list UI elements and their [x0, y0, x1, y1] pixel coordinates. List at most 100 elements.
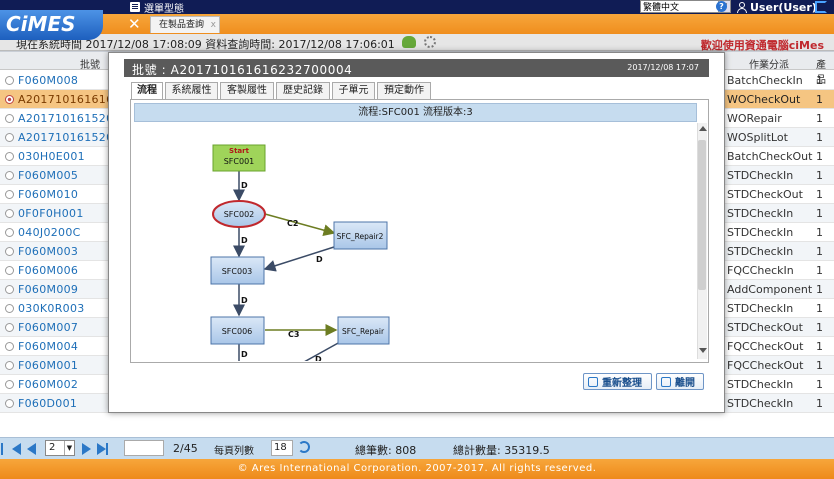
tab-strip — [0, 14, 834, 34]
row-lot[interactable]: 0F0F0H001 — [18, 207, 84, 220]
exit-icon — [661, 376, 671, 387]
row-lot[interactable]: A201710161616 — [18, 93, 113, 106]
row-radio[interactable] — [5, 209, 14, 218]
tab-history[interactable]: 歷史記錄 — [276, 82, 330, 100]
row-quantity: 1 — [816, 226, 823, 239]
row-radio[interactable] — [5, 266, 14, 275]
row-lot[interactable]: F060M010 — [18, 188, 78, 201]
row-lot[interactable]: F060M004 — [18, 340, 78, 353]
row-radio[interactable] — [5, 285, 14, 294]
flow-node-repair2[interactable]: SFC_Repair2 — [333, 221, 388, 250]
gear-icon[interactable] — [424, 36, 436, 48]
scroll-thumb[interactable] — [698, 140, 706, 290]
edge-label: D — [241, 236, 248, 245]
scroll-down-icon[interactable] — [699, 348, 707, 353]
row-quantity: 1 — [816, 74, 823, 87]
cimes-logo: CiMES — [0, 10, 103, 40]
row-lot[interactable]: F060D001 — [18, 397, 77, 410]
header-lot[interactable]: 批號 — [80, 56, 100, 71]
tab-scheduled-actions[interactable]: 預定動作 — [377, 82, 431, 100]
leave-button[interactable]: 離開 — [656, 373, 704, 390]
row-quantity: 1 — [816, 397, 823, 410]
user-menu[interactable]: User(User) — [736, 0, 817, 14]
tab-sub-units[interactable]: 子單元 — [332, 82, 375, 100]
close-tab-icon[interactable]: x — [211, 17, 216, 33]
row-radio[interactable] — [5, 190, 14, 199]
tab-wip-query[interactable]: 在製品查詢 x — [150, 16, 220, 33]
row-lot[interactable]: F060M001 — [18, 359, 78, 372]
tab-system-attributes[interactable]: 系統履性 — [165, 82, 218, 100]
logout-icon[interactable] — [815, 1, 827, 13]
cloud-refresh-icon[interactable] — [402, 36, 416, 48]
row-quantity: 1 — [816, 321, 823, 334]
row-quantity: 1 — [816, 207, 823, 220]
row-lot[interactable]: 030K0R003 — [18, 302, 85, 315]
row-lot[interactable]: F060M002 — [18, 378, 78, 391]
chevron-down-icon: ▼ — [64, 441, 74, 455]
page-select[interactable]: 2 ▼ — [45, 440, 75, 456]
row-radio[interactable] — [5, 76, 14, 85]
edge-label: D — [316, 255, 323, 264]
row-radio[interactable] — [5, 171, 14, 180]
row-lot[interactable]: F060M005 — [18, 169, 78, 182]
row-operation: WOSplitLot — [727, 131, 788, 144]
row-quantity: 1 — [816, 340, 823, 353]
row-radio[interactable] — [5, 361, 14, 370]
row-operation: WORepair — [727, 112, 782, 125]
row-radio[interactable] — [5, 114, 14, 123]
first-page-icon[interactable] — [1, 443, 21, 455]
tab-flow[interactable]: 流程 — [131, 82, 163, 100]
menu-type-button[interactable]: 選單型態 — [130, 1, 184, 15]
flow-node-sfc003[interactable]: SFC003 — [210, 256, 265, 285]
row-operation: STDCheckIn — [727, 378, 794, 391]
help-icon[interactable]: ? — [716, 1, 727, 12]
row-radio[interactable] — [5, 304, 14, 313]
refresh-icon — [588, 376, 598, 387]
language-value: 繁體中文 — [643, 3, 680, 13]
row-lot[interactable]: 030H0E001 — [18, 150, 85, 163]
row-lot[interactable]: F060M009 — [18, 283, 78, 296]
row-radio[interactable] — [5, 342, 14, 351]
refresh-button[interactable]: 重新整理 — [583, 373, 652, 390]
row-quantity: 1 — [816, 169, 823, 182]
next-page-icon[interactable] — [82, 443, 91, 455]
row-lot[interactable]: F060M007 — [18, 321, 78, 334]
row-radio[interactable] — [5, 380, 14, 389]
row-quantity: 1 — [816, 245, 823, 258]
row-radio[interactable] — [5, 399, 14, 408]
row-lot[interactable]: A201710161520 — [18, 112, 113, 125]
row-quantity: 1 — [816, 283, 823, 296]
row-radio[interactable] — [5, 323, 14, 332]
page-input[interactable] — [124, 440, 164, 456]
flow-node-start[interactable]: Start SFC001 — [212, 144, 266, 172]
row-radio[interactable] — [5, 228, 14, 237]
close-all-tabs-icon[interactable]: ✕ — [128, 17, 141, 32]
flow-node-label: SFC_Repair — [342, 327, 385, 336]
row-operation: STDCheckIn — [727, 397, 794, 410]
row-lot[interactable]: A201710161520 — [18, 131, 113, 144]
row-radio[interactable] — [5, 133, 14, 142]
last-page-icon[interactable] — [97, 443, 108, 455]
row-operation: AddComponent — [727, 283, 813, 296]
reload-icon[interactable] — [298, 441, 310, 453]
prev-page-icon[interactable] — [27, 443, 36, 455]
row-operation: FQCCheckOut — [727, 340, 804, 353]
row-radio[interactable] — [5, 152, 14, 161]
scroll-up-icon[interactable] — [699, 126, 707, 131]
header-operation[interactable]: 作業分派 — [749, 56, 789, 71]
tab-custom-attributes[interactable]: 客製履性 — [220, 82, 274, 100]
flow-node-repair[interactable]: SFC_Repair — [337, 316, 390, 345]
tab-label: 在製品查詢 — [159, 20, 205, 30]
total-quantity: 總計數量: 35319.5 — [453, 444, 550, 457]
flow-node-sfc006[interactable]: SFC006 — [210, 316, 265, 345]
row-radio[interactable] — [5, 247, 14, 256]
row-lot[interactable]: F060M003 — [18, 245, 78, 258]
row-radio[interactable] — [5, 95, 14, 104]
flow-node-sfc002[interactable]: SFC002 — [212, 200, 266, 228]
row-lot[interactable]: 040J0200C — [18, 226, 81, 239]
row-lot[interactable]: F060M008 — [18, 74, 78, 87]
row-operation: STDCheckIn — [727, 245, 794, 258]
row-lot[interactable]: F060M006 — [18, 264, 78, 277]
per-page-input[interactable]: 18 — [271, 440, 293, 456]
start-tag: Start — [229, 147, 250, 155]
